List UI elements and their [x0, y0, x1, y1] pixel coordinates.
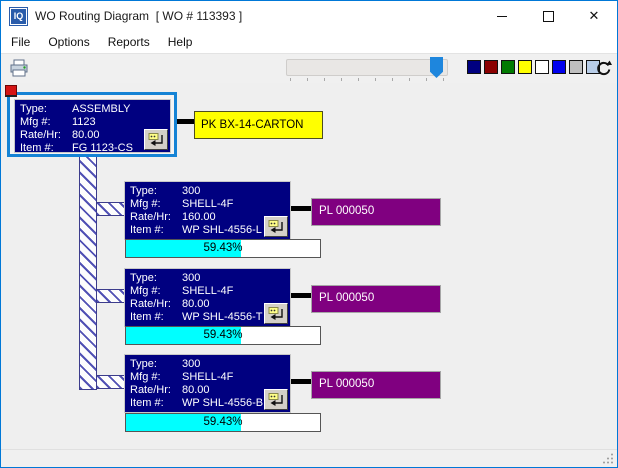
color-palette	[467, 60, 600, 74]
operation-node-2[interactable]: Type:300 Mfg #:SHELL-4F Rate/Hr:80.00 It…	[124, 268, 291, 327]
op3-type: 300	[182, 358, 200, 370]
op2-mfg: SHELL-4F	[182, 285, 233, 297]
status-bar	[1, 449, 617, 467]
op1-rate: 160.00	[182, 211, 216, 223]
root-mfg: 1123	[72, 116, 96, 128]
progress-bar-2: 59.43%	[125, 326, 321, 345]
field-label: Item #:	[130, 311, 182, 324]
menu-reports[interactable]: Reports	[100, 33, 158, 51]
branch-stub-3	[96, 375, 126, 389]
app-icon: IQ	[9, 7, 28, 26]
color-swatch-blue[interactable]	[552, 60, 566, 74]
routing-link-icon	[268, 307, 284, 320]
field-label: Item #:	[130, 224, 182, 237]
maximize-button[interactable]	[525, 1, 571, 31]
routing-link-icon	[268, 393, 284, 406]
printer-icon	[9, 59, 29, 78]
link-child-2	[291, 293, 311, 298]
routing-link-icon	[148, 133, 164, 146]
operation-node-3[interactable]: Type:300 Mfg #:SHELL-4F Rate/Hr:80.00 It…	[124, 354, 291, 413]
work-order-node-root[interactable]: Type:ASSEMBLY Mfg #:1123 Rate/Hr:80.00 I…	[14, 99, 171, 153]
node-detail-button[interactable]	[264, 389, 288, 410]
node-detail-button[interactable]	[144, 129, 168, 150]
resize-grip[interactable]	[603, 453, 614, 464]
color-swatch-yellow[interactable]	[518, 60, 532, 74]
field-label: Rate/Hr:	[130, 211, 182, 224]
field-label: Rate/Hr:	[130, 384, 182, 397]
menu-bar: File Options Reports Help	[1, 31, 617, 53]
root-rate: 80.00	[72, 129, 100, 141]
op3-mfg: SHELL-4F	[182, 371, 233, 383]
menu-file[interactable]: File	[3, 33, 38, 51]
zoom-slider[interactable]	[286, 59, 448, 76]
color-swatch-gray[interactable]	[569, 60, 583, 74]
op2-item: WP SHL-4556-T	[182, 311, 263, 323]
field-label: Mfg #:	[130, 371, 182, 384]
root-type: ASSEMBLY	[72, 103, 131, 115]
field-label: Rate/Hr:	[20, 129, 72, 142]
material-box-root[interactable]: PK BX-14-CARTON	[194, 111, 323, 139]
progress-label: 59.43%	[126, 327, 320, 344]
work-center-box-2[interactable]: PL 000050	[311, 285, 441, 313]
field-label: Item #:	[20, 142, 72, 153]
field-label: Rate/Hr:	[130, 298, 182, 311]
close-icon: ✕	[589, 8, 600, 24]
progress-bar-1: 59.43%	[125, 239, 321, 258]
op1-item: WP SHL-4556-L	[182, 224, 262, 236]
operation-node-1[interactable]: Type:300 Mfg #:SHELL-4F Rate/Hr:160.00 I…	[124, 181, 291, 240]
progress-label: 59.43%	[126, 414, 320, 431]
routing-trunk-connector	[79, 152, 97, 390]
branch-stub-1	[96, 202, 126, 216]
field-label: Item #:	[130, 397, 182, 410]
op1-type: 300	[182, 185, 200, 197]
zoom-slider-ticks	[290, 78, 448, 81]
color-swatch-navy[interactable]	[467, 60, 481, 74]
routing-link-icon	[268, 220, 284, 233]
field-label: Type:	[130, 358, 182, 371]
op2-type: 300	[182, 272, 200, 284]
color-swatch-white[interactable]	[535, 60, 549, 74]
link-child-1	[291, 206, 311, 211]
field-label: Type:	[130, 272, 182, 285]
maximize-icon	[543, 11, 554, 22]
progress-bar-3: 59.43%	[125, 413, 321, 432]
print-button[interactable]	[9, 59, 29, 83]
op1-mfg: SHELL-4F	[182, 198, 233, 210]
window-title: WO Routing Diagram [ WO # 113393 ]	[35, 9, 242, 23]
menu-options[interactable]: Options	[40, 33, 97, 51]
title-bar[interactable]: IQ WO Routing Diagram [ WO # 113393 ] ✕	[1, 1, 617, 31]
alert-flag-icon	[5, 85, 17, 97]
field-label: Type:	[20, 103, 72, 116]
op2-rate: 80.00	[182, 298, 210, 310]
work-center-box-1[interactable]: PL 000050	[311, 198, 441, 226]
op3-item: WP SHL-4556-B	[182, 397, 263, 409]
routing-canvas: Type:ASSEMBLY Mfg #:1123 Rate/Hr:80.00 I…	[1, 83, 617, 450]
toolbar	[1, 53, 617, 84]
field-label: Mfg #:	[20, 116, 72, 129]
link-child-3	[291, 379, 311, 384]
app-window: IQ WO Routing Diagram [ WO # 113393 ] ✕ …	[0, 0, 618, 468]
node-detail-button[interactable]	[264, 216, 288, 237]
work-center-box-3[interactable]: PL 000050	[311, 371, 441, 399]
progress-label: 59.43%	[126, 240, 320, 257]
branch-stub-2	[96, 289, 126, 303]
field-label: Mfg #:	[130, 198, 182, 211]
selection-rectangle: Type:ASSEMBLY Mfg #:1123 Rate/Hr:80.00 I…	[7, 92, 177, 157]
node-detail-button[interactable]	[264, 303, 288, 324]
refresh-button[interactable]	[595, 60, 612, 82]
menu-help[interactable]: Help	[160, 33, 201, 51]
minimize-icon	[497, 16, 507, 17]
refresh-icon	[595, 60, 612, 77]
field-label: Type:	[130, 185, 182, 198]
op3-rate: 80.00	[182, 384, 210, 396]
color-swatch-green[interactable]	[501, 60, 515, 74]
field-label: Mfg #:	[130, 285, 182, 298]
color-swatch-maroon[interactable]	[484, 60, 498, 74]
close-button[interactable]: ✕	[571, 1, 617, 31]
minimize-button[interactable]	[479, 1, 525, 31]
root-item: FG 1123-CS	[72, 142, 133, 153]
